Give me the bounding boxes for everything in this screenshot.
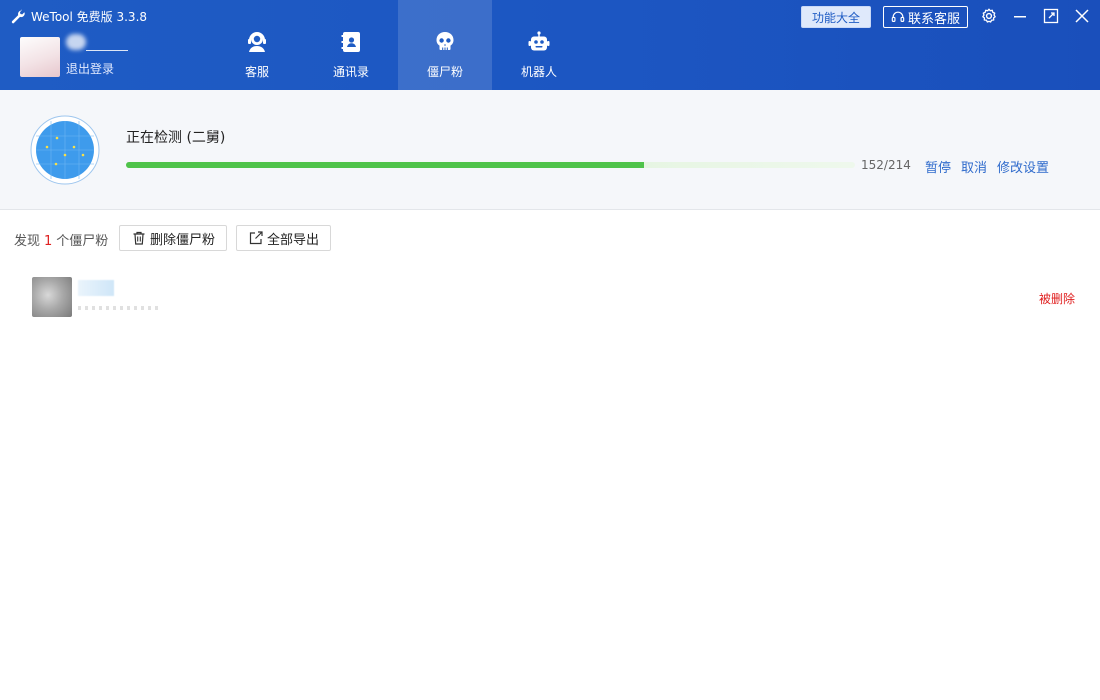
tab-contacts[interactable]: 通讯录 xyxy=(304,0,398,90)
contact-support-button[interactable]: 联系客服 xyxy=(883,6,968,28)
progress-bar xyxy=(126,162,855,168)
contact-name-redacted xyxy=(78,280,114,296)
found-count: 1 xyxy=(44,234,53,249)
close-icon[interactable] xyxy=(1073,7,1091,25)
avatar xyxy=(32,277,72,317)
tab-customer-service[interactable]: 客服 xyxy=(210,0,304,90)
modify-settings-link[interactable]: 修改设置 xyxy=(997,157,1049,176)
skull-icon xyxy=(436,32,454,50)
tab-label: 机器人 xyxy=(520,65,557,79)
pause-link[interactable]: 暂停 xyxy=(925,157,951,176)
progress-fill xyxy=(126,162,644,168)
title-bar: WeTool 免费版 3.3.8 退出登录 客服 通讯录 僵尸粉 机器人 功能大… xyxy=(0,0,1100,90)
detection-title: 正在检测 (二舅) xyxy=(126,130,226,146)
export-icon xyxy=(249,231,263,245)
found-prefix: 发现 xyxy=(14,234,41,249)
contacts-icon xyxy=(341,32,360,52)
tab-label: 客服 xyxy=(244,65,269,79)
trash-icon xyxy=(133,231,145,245)
logout-link[interactable]: 退出登录 xyxy=(66,60,114,77)
avatar[interactable] xyxy=(20,37,60,77)
main-tabs: 客服 通讯录 僵尸粉 机器人 xyxy=(210,0,586,90)
app-title-text: WeTool 免费版 3.3.8 xyxy=(31,10,148,24)
username-redacted xyxy=(66,34,128,52)
robot-icon xyxy=(528,31,550,51)
delete-button-label: 删除僵尸粉 xyxy=(150,232,216,248)
tab-robot[interactable]: 机器人 xyxy=(492,0,586,90)
radar-icon xyxy=(30,115,100,185)
contact-detail-redacted xyxy=(78,306,158,310)
headset-icon xyxy=(891,11,905,22)
tab-label: 通讯录 xyxy=(332,65,369,79)
delete-zombie-fans-button[interactable]: 删除僵尸粉 xyxy=(119,225,228,251)
settings-gear-icon[interactable] xyxy=(980,7,998,25)
tab-label: 僵尸粉 xyxy=(426,65,463,79)
list-item[interactable]: 被删除 xyxy=(0,270,1100,326)
wrench-icon xyxy=(11,9,25,23)
minimize-icon[interactable] xyxy=(1011,7,1029,25)
progress-count: 152/214 xyxy=(861,158,911,172)
customer-service-icon xyxy=(248,32,266,52)
found-summary: 发现 1 个僵尸粉 xyxy=(14,230,108,249)
app-title: WeTool 免费版 3.3.8 xyxy=(10,8,147,25)
maximize-icon[interactable] xyxy=(1042,7,1060,25)
status-badge: 被删除 xyxy=(1038,292,1075,306)
found-suffix: 个僵尸粉 xyxy=(56,234,109,249)
tab-zombie-fans[interactable]: 僵尸粉 xyxy=(398,0,492,90)
detection-panel: 正在检测 (二舅) 152/214 暂停 取消 修改设置 xyxy=(0,90,1100,210)
contact-support-label: 联系客服 xyxy=(907,11,960,27)
export-button-label: 全部导出 xyxy=(267,232,320,248)
export-all-button[interactable]: 全部导出 xyxy=(236,225,332,251)
features-button[interactable]: 功能大全 xyxy=(801,6,871,28)
cancel-link[interactable]: 取消 xyxy=(961,157,987,176)
